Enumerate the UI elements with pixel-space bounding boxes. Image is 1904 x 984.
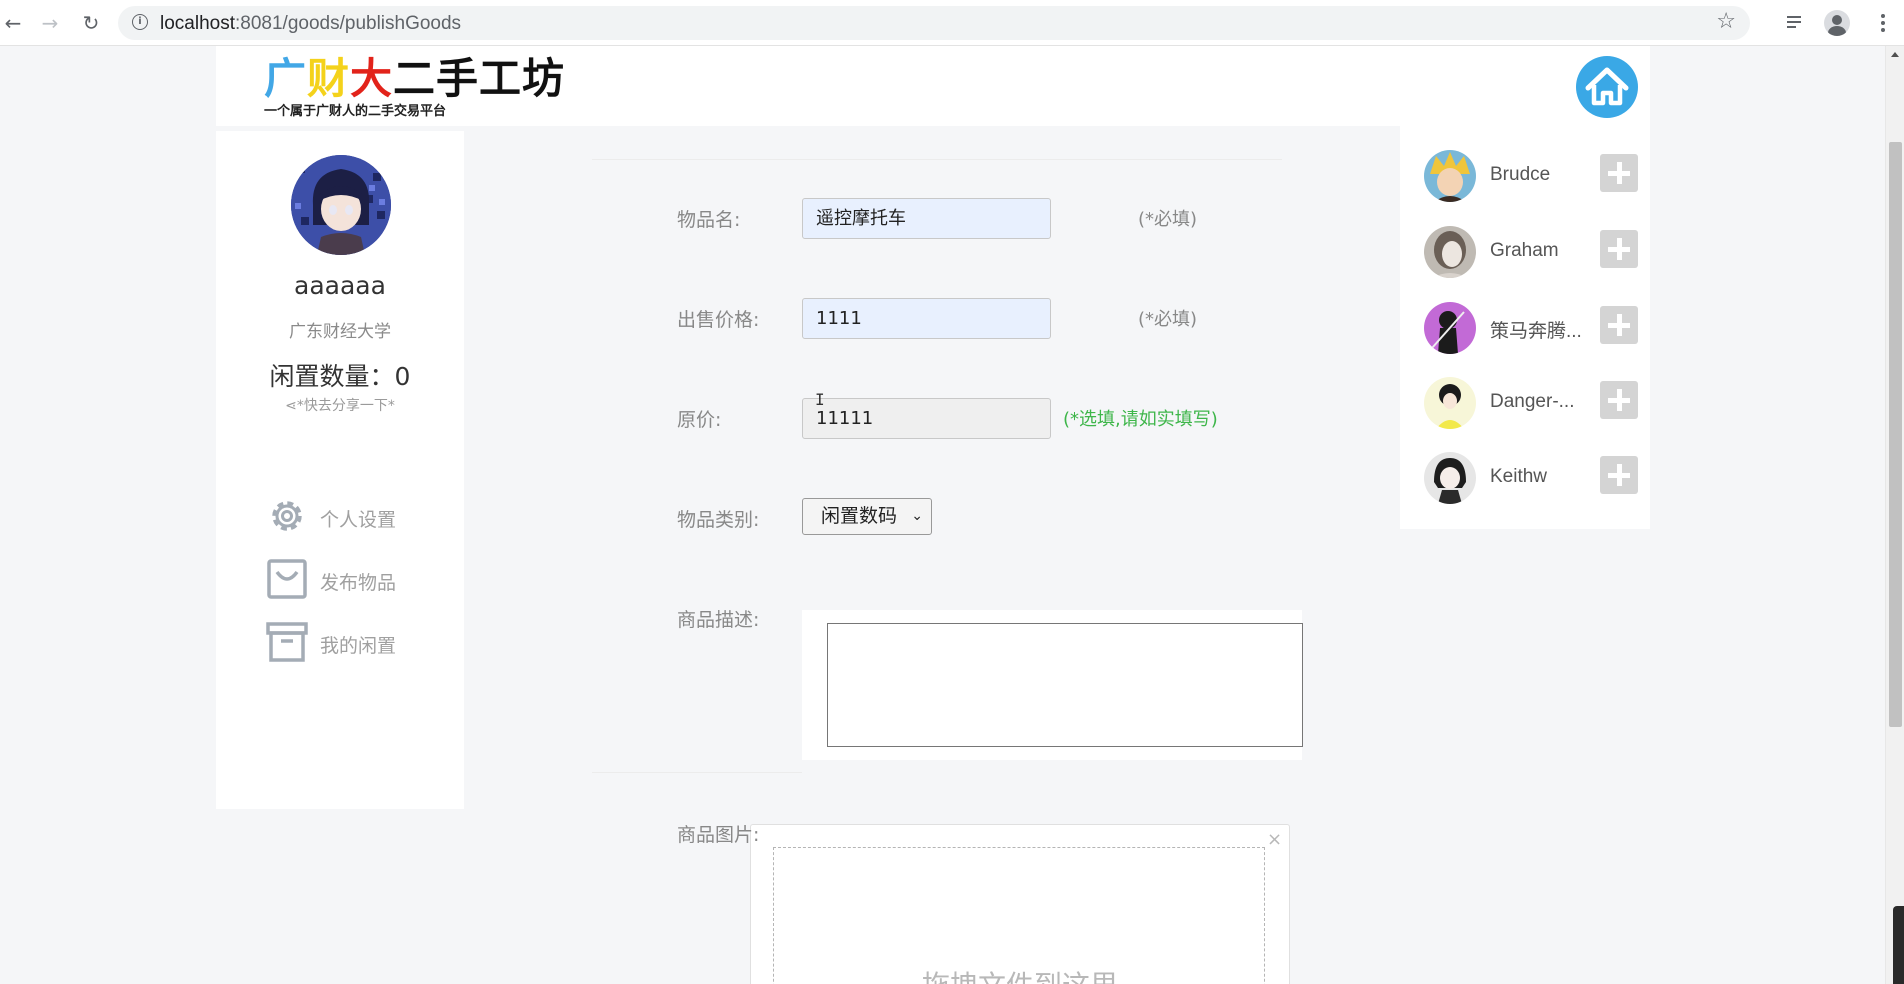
menu-item-my-idle[interactable]: 我的闲置 <box>266 621 446 665</box>
friend-name: Danger-... <box>1490 391 1575 412</box>
image-label: 商品图片: <box>677 824 760 846</box>
site-header: 广财大二手工坊 一个属于广财人的二手交易平台 <box>216 46 1650 126</box>
upload-dropzone[interactable]: 拖拽文件到这里 <box>773 847 1265 984</box>
idle-count: 闲置数量：0 <box>269 362 411 391</box>
add-friend-button[interactable] <box>1600 456 1638 494</box>
share-icon: ⋖ <box>285 398 297 414</box>
url-path: :8081/goods/publishGoods <box>235 13 462 34</box>
category-label: 物品类别: <box>677 509 760 531</box>
profile-username: aaaaaa <box>294 271 386 300</box>
reload-icon[interactable]: ↻ <box>78 10 104 36</box>
avatar[interactable] <box>291 155 391 255</box>
friend-name: Graham <box>1490 240 1559 261</box>
add-friend-button[interactable] <box>1600 154 1638 192</box>
description-label: 商品描述: <box>677 609 760 631</box>
friend-name: 策马奔腾... <box>1490 321 1582 342</box>
share-text: *快去分享一下* <box>296 398 395 414</box>
original-price-input[interactable]: 11111 <box>802 398 1051 439</box>
menu-label-my-idle: 我的闲置 <box>320 635 397 657</box>
image-upload-panel: × 拖拽文件到这里 <box>750 824 1290 984</box>
text-cursor-icon: I <box>815 390 825 409</box>
url-host: localhost <box>160 13 235 34</box>
home-icon <box>1585 67 1629 106</box>
url-text: localhost:8081/goods/publishGoods <box>160 13 461 35</box>
add-friend-button[interactable] <box>1600 306 1638 344</box>
item-name-label: 物品名: <box>677 209 741 231</box>
friend-item[interactable]: Keithw <box>1424 452 1644 508</box>
friend-name: Brudce <box>1490 164 1551 185</box>
original-price-label: 原价: <box>677 409 722 431</box>
gear-icon <box>272 501 302 531</box>
home-button[interactable] <box>1576 56 1638 118</box>
share-link[interactable]: ⋖*快去分享一下* <box>216 395 464 415</box>
back-arrow-icon[interactable]: ← <box>0 10 26 36</box>
browser-menu-icon[interactable] <box>1870 10 1896 36</box>
add-friend-button[interactable] <box>1600 381 1638 419</box>
friend-item[interactable]: 策马奔腾... <box>1424 302 1644 358</box>
corner-widget <box>1893 906 1904 984</box>
logo-char-3: 大 <box>350 54 394 103</box>
category-select[interactable]: 闲置数码 ⌄ <box>802 498 932 535</box>
profile-school: 广东财经大学 <box>289 322 391 342</box>
item-name-input[interactable]: 遥控摩托车 <box>802 198 1051 239</box>
logo-title: 广财大二手工坊 <box>264 56 565 102</box>
upload-dropzone-text: 拖拽文件到这里 <box>774 964 1266 984</box>
avatar[interactable] <box>1424 302 1476 354</box>
forward-arrow-icon[interactable]: → <box>37 10 63 36</box>
form-top-divider <box>592 159 1282 160</box>
add-friend-button[interactable] <box>1600 230 1638 268</box>
sale-price-label: 出售价格: <box>677 309 760 331</box>
description-textarea[interactable] <box>827 623 1303 747</box>
archive-box-icon <box>266 622 308 662</box>
shopping-bag-icon <box>267 559 307 599</box>
address-bar[interactable]: i localhost:8081/goods/publishGoods ☆ <box>118 6 1750 40</box>
category-selected-value: 闲置数码 <box>821 505 898 527</box>
logo-char-4: 二手工坊 <box>393 54 566 103</box>
browser-toolbar: ← → ↻ i localhost:8081/goods/publishGood… <box>0 0 1904 46</box>
account-icon[interactable] <box>1824 10 1850 36</box>
form-bottom-divider <box>592 772 802 773</box>
scroll-up-arrow-icon[interactable] <box>1891 52 1899 57</box>
profile-card: aaaaaa 广东财经大学 闲置数量：0 ⋖*快去分享一下* 个人设置 发布物品… <box>216 131 464 809</box>
media-control-icon[interactable] <box>1784 10 1810 36</box>
friend-name: Keithw <box>1490 466 1548 487</box>
avatar[interactable] <box>1424 452 1476 504</box>
close-icon[interactable]: × <box>1267 829 1282 850</box>
sale-price-required-hint: (*必填) <box>1138 309 1198 330</box>
bookmark-star-icon[interactable]: ☆ <box>1716 9 1736 34</box>
sale-price-input[interactable]: 1111 <box>802 298 1051 339</box>
menu-label-publish: 发布物品 <box>320 572 397 594</box>
chevron-down-icon: ⌄ <box>911 508 923 524</box>
friends-panel: Brudce Graham 策马奔腾... Danger-... Keithw <box>1400 126 1650 529</box>
menu-item-publish[interactable]: 发布物品 <box>266 558 446 602</box>
original-price-optional-hint: (*选填,请如实填写) <box>1063 409 1218 430</box>
avatar[interactable] <box>1424 226 1476 278</box>
item-name-required-hint: (*必填) <box>1138 209 1198 230</box>
menu-item-settings[interactable]: 个人设置 <box>266 495 446 539</box>
page-scrollbar[interactable] <box>1885 46 1904 984</box>
avatar[interactable] <box>1424 377 1476 429</box>
friend-item[interactable]: Danger-... <box>1424 377 1644 433</box>
site-logo[interactable]: 广财大二手工坊 一个属于广财人的二手交易平台 <box>264 56 565 120</box>
avatar[interactable] <box>1424 150 1476 202</box>
logo-char-1: 广 <box>264 54 308 103</box>
friend-item[interactable]: Brudce <box>1424 150 1644 206</box>
logo-char-2: 财 <box>307 54 351 103</box>
scrollbar-thumb[interactable] <box>1889 142 1902 727</box>
friend-item[interactable]: Graham <box>1424 226 1644 282</box>
menu-label-settings: 个人设置 <box>320 509 397 531</box>
description-panel <box>802 610 1303 760</box>
site-info-icon[interactable]: i <box>132 14 148 30</box>
